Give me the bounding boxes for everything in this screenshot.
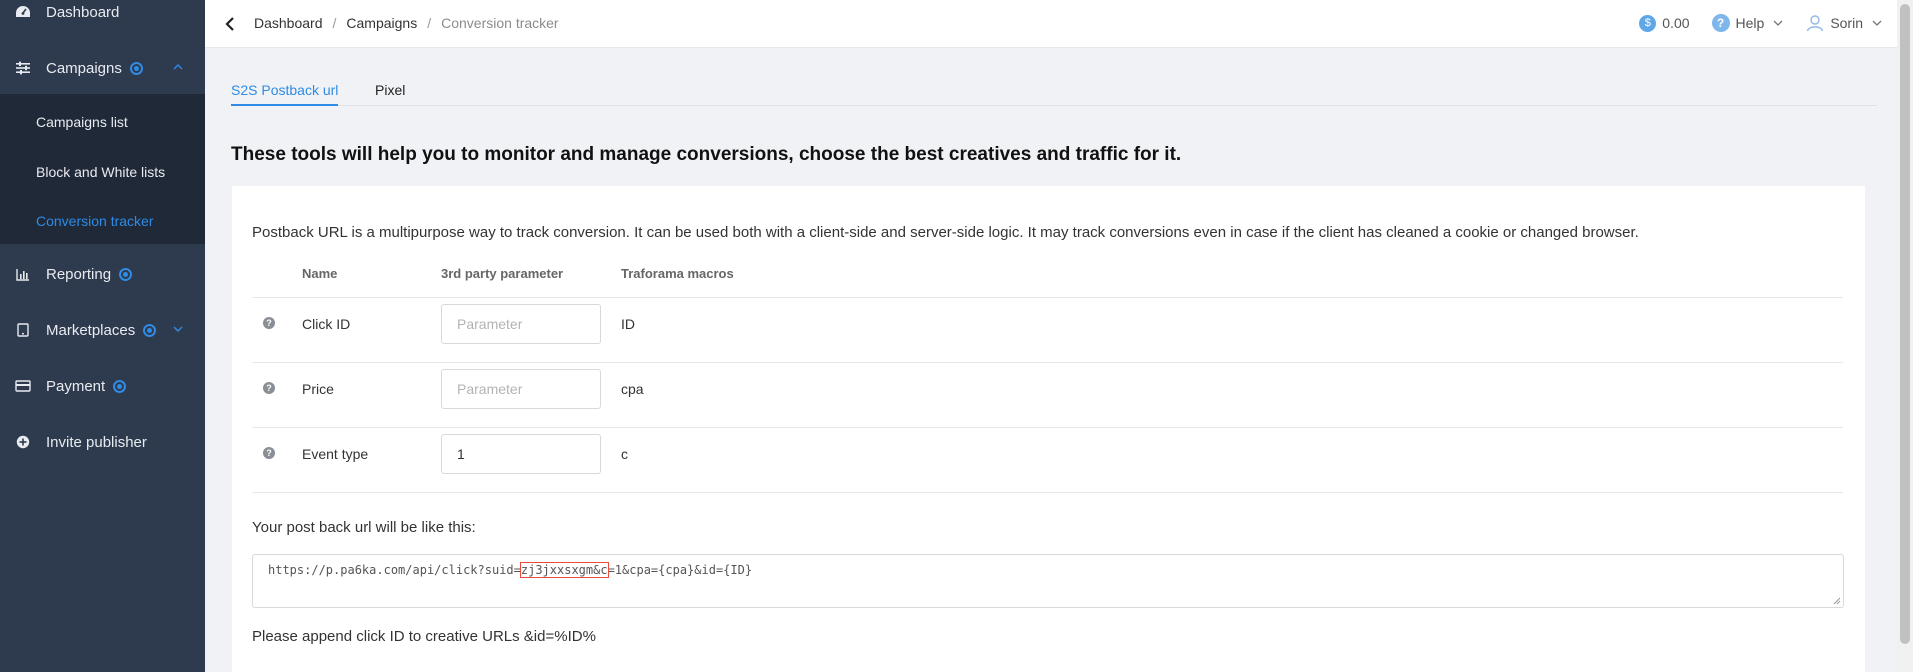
postback-url-highlight: zj3jxxsxgm&c [519,562,609,578]
top-bar: Dashboard / Campaigns / Conversion track… [205,0,1897,48]
sidebar-item-marketplaces[interactable]: Marketplaces [0,310,205,350]
sidebar-item-label: Invite publisher [46,433,147,451]
chevron-up-icon [173,64,183,70]
campaigns-submenu: Campaigns list Block and White lists Con… [0,94,205,244]
coin-icon: $ [1639,14,1657,32]
sidebar: Dashboard Campaigns Campaigns list Block… [0,0,205,672]
event-type-parameter-input[interactable] [441,434,601,474]
row-name-click-id: Click ID [302,316,351,332]
breadcrumb: Dashboard / Campaigns / Conversion track… [254,15,559,31]
status-dot-icon [129,61,143,75]
plus-circle-icon [14,433,32,451]
header-tools: $ 0.00 ? Help Sorin [1639,14,1883,32]
postback-description: Postback URL is a multipurpose way to tr… [252,224,1639,241]
breadcrumb-separator: / [332,15,337,31]
chevron-down-icon [173,326,183,332]
help-icon: ? [1711,14,1730,32]
user-menu[interactable]: Sorin [1806,14,1883,32]
row-macro-price: cpa [621,381,644,397]
vertical-scrollbar[interactable] [1897,0,1913,672]
scrollbar-thumb[interactable] [1900,4,1910,644]
sliders-icon [14,59,32,77]
sidebar-item-invite-publisher[interactable]: Invite publisher [0,422,205,462]
help-circle-icon[interactable]: ? [263,317,275,329]
tab-bar: S2S Postback url Pixel [231,72,1877,106]
click-id-parameter-input[interactable] [441,304,601,344]
breadcrumb-current: Conversion tracker [441,15,559,31]
sidebar-item-dashboard[interactable]: Dashboard [0,0,205,32]
sidebar-subitem-campaigns-list[interactable]: Campaigns list [36,114,128,130]
tab-pixel[interactable]: Pixel [375,72,405,106]
postback-url-suffix: =1&cpa={cpa}&id={ID} [607,563,753,577]
balance-display[interactable]: $ 0.00 [1639,14,1690,32]
column-header-traforama-macros: Traforama macros [621,266,734,281]
row-macro-event-type: c [621,446,628,462]
sidebar-item-label: Reporting [46,265,112,283]
postback-url-prefix: https://p.pa6ka.com/api/click?suid= [268,563,521,577]
divider [252,362,1843,363]
column-header-name: Name [302,266,338,281]
resize-handle-icon[interactable] [1833,597,1841,605]
sidebar-item-label: Dashboard [46,3,120,21]
user-name: Sorin [1830,15,1863,31]
tab-s2s-postback-url[interactable]: S2S Postback url [231,72,339,106]
page-headline: These tools will help you to monitor and… [231,144,1182,165]
postback-url-textarea[interactable]: https://p.pa6ka.com/api/click?suid=zj3jx… [252,554,1844,608]
sidebar-item-label: Payment [46,377,106,395]
bar-chart-icon [14,265,32,283]
row-macro-click-id: ID [621,316,635,332]
chevron-down-icon [1872,20,1882,26]
breadcrumb-campaigns[interactable]: Campaigns [346,15,417,31]
help-circle-icon[interactable]: ? [263,382,275,394]
user-icon [1807,15,1824,32]
price-parameter-input[interactable] [441,369,601,409]
postback-url-label: Your post back url will be like this: [252,519,476,536]
help-menu[interactable]: ? Help [1711,14,1785,32]
sidebar-subitem-conversion-tracker[interactable]: Conversion tracker [36,213,154,229]
row-name-event-type: Event type [302,446,369,462]
tablet-icon [14,321,32,339]
back-arrow-icon[interactable] [221,14,239,34]
help-circle-icon[interactable]: ? [263,447,275,459]
chevron-down-icon [1773,20,1783,26]
divider [252,492,1843,493]
column-header-3rd-party-parameter: 3rd party parameter [441,266,564,281]
breadcrumb-dashboard[interactable]: Dashboard [254,15,323,31]
postback-card: Postback URL is a multipurpose way to tr… [232,186,1865,672]
sidebar-item-label: Marketplaces [46,321,136,339]
sidebar-item-payment[interactable]: Payment [0,366,205,406]
main-content: S2S Postback url Pixel These tools will … [205,48,1897,672]
status-dot-icon [119,267,133,281]
breadcrumb-separator: / [427,15,432,31]
row-name-price: Price [302,381,334,397]
sidebar-item-campaigns[interactable]: Campaigns [0,48,205,88]
divider [252,427,1843,428]
balance-value: 0.00 [1662,15,1690,31]
divider [252,297,1843,298]
sidebar-item-reporting[interactable]: Reporting [0,254,205,294]
sidebar-subitem-block-white-lists[interactable]: Block and White lists [36,164,165,180]
help-label: Help [1735,15,1765,31]
status-dot-icon [113,379,127,393]
credit-card-icon [14,377,32,395]
append-click-id-note: Please append click ID to creative URLs … [252,628,596,645]
status-dot-icon [143,323,157,337]
sidebar-item-label: Campaigns [46,59,122,77]
dashboard-icon [14,3,32,21]
